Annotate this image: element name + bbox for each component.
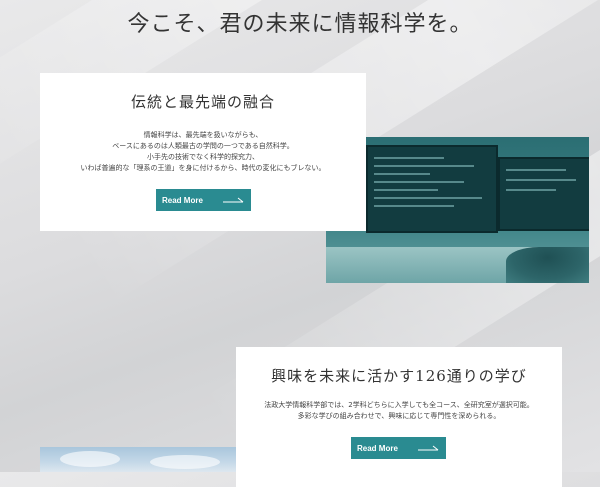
feature-card-learning: 興味を未来に活かす126通りの学び 法政大学情報科学部では、2学科どちらに入学し…	[236, 347, 562, 487]
card-title: 興味を未来に活かす126通りの学び	[271, 367, 527, 385]
campus-photo	[40, 447, 236, 472]
card-body-line: 法政大学情報科学部では、2学科どちらに入学しても全コース、全研究室が選択可能。	[264, 401, 534, 409]
card-body: 情報科学は、最先端を扱いながらも、 ベースにあるのは人類最古の学問の一つである自…	[40, 130, 366, 174]
read-more-button[interactable]: Read More	[351, 437, 446, 459]
read-more-label: Read More	[162, 195, 203, 205]
card-body-line: 小手先の技術でなく科学的探究力、	[147, 153, 259, 161]
card-body-line: ベースにあるのは人類最古の学問の一つである自然科学。	[112, 142, 294, 150]
arrow-right-icon	[223, 197, 244, 203]
read-more-label: Read More	[357, 443, 398, 453]
card-body: 法政大学情報科学部では、2学科どちらに入学しても全コース、全研究室が選択可能。 …	[236, 400, 562, 422]
card-body-line: いわば普遍的な「理系の王道」を身に付けるから、時代の変化にもブレない。	[80, 164, 326, 172]
arrow-right-icon	[418, 445, 439, 451]
feature-card-tradition: 伝統と最先端の融合 情報科学は、最先端を扱いながらも、 ベースにあるのは人類最古…	[40, 73, 366, 231]
card-title: 伝統と最先端の融合	[130, 93, 275, 111]
read-more-button[interactable]: Read More	[156, 189, 251, 211]
card-body-line: 多彩な学びの組み合わせで、興味に応じて専門性を深められる。	[297, 412, 501, 420]
card-body-line: 情報科学は、最先端を扱いながらも、	[143, 131, 263, 139]
page-heading: 今こそ、君の未来に情報科学を。	[127, 12, 473, 37]
